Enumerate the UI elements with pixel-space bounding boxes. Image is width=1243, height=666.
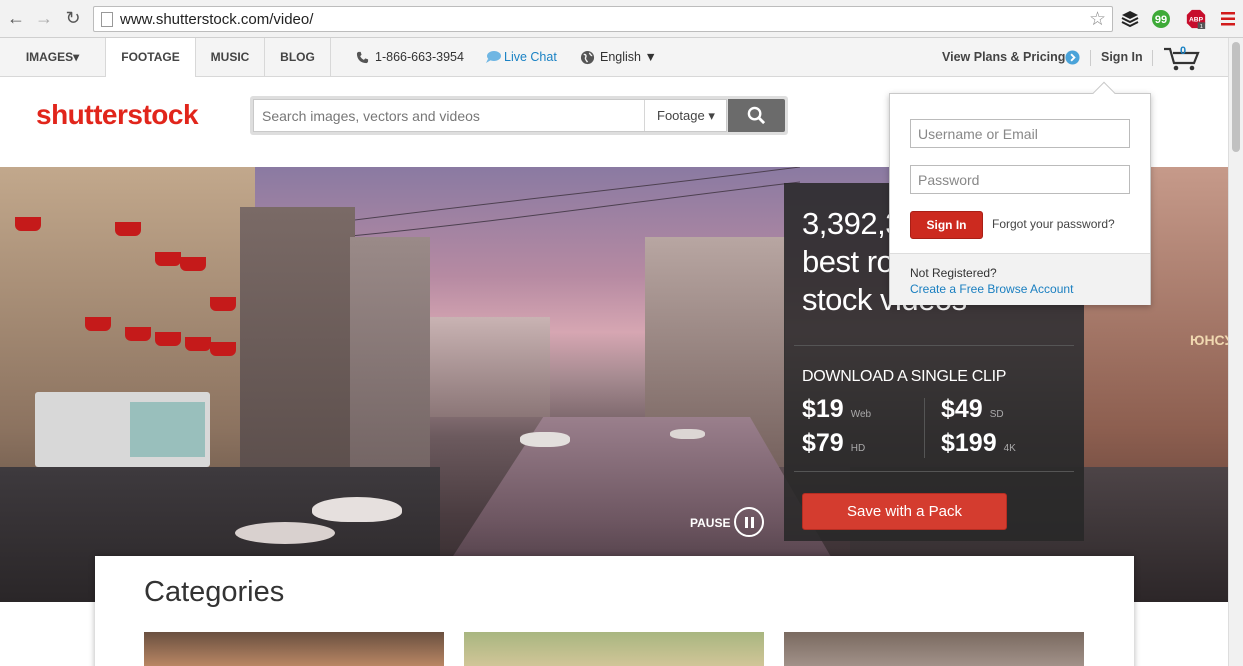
- search-input[interactable]: [254, 100, 644, 131]
- search-bar: Footage ▾: [250, 96, 788, 135]
- register-footer: Not Registered? Create a Free Browse Acc…: [890, 253, 1150, 305]
- save-with-pack-button[interactable]: Save with a Pack: [802, 493, 1007, 530]
- search-button[interactable]: [728, 99, 785, 132]
- back-icon[interactable]: ←: [6, 8, 26, 28]
- chevron-right-circle-icon[interactable]: [1065, 50, 1080, 65]
- price-sd: $49 SD: [941, 395, 1004, 423]
- globe-icon: [580, 50, 595, 65]
- page-icon: [101, 12, 113, 27]
- password-field[interactable]: [910, 165, 1130, 194]
- url-text[interactable]: www.shutterstock.com/video/: [120, 11, 313, 28]
- forward-icon[interactable]: →: [34, 8, 54, 28]
- pause-icon[interactable]: [734, 507, 764, 537]
- shutterstock-logo[interactable]: shutterstock: [36, 99, 199, 131]
- reload-icon[interactable]: ↻: [63, 8, 83, 28]
- tab-images[interactable]: IMAGES▾: [0, 38, 106, 77]
- scrollbar-thumb[interactable]: [1232, 42, 1240, 152]
- divider: [924, 398, 925, 458]
- boat: [520, 432, 570, 447]
- categories-title: Categories: [144, 576, 285, 608]
- sign-in-link[interactable]: Sign In: [1101, 38, 1143, 77]
- address-bar[interactable]: www.shutterstock.com/video/ ☆: [93, 6, 1113, 32]
- download-clip-title: DOWNLOAD A SINGLE CLIP: [802, 368, 1007, 385]
- category-thumbnail[interactable]: [784, 632, 1084, 666]
- cart-count: 0: [1180, 45, 1187, 57]
- boat: [312, 497, 402, 522]
- far-buildings: [430, 317, 550, 417]
- adblock-plus-icon[interactable]: ABP 1: [1184, 9, 1208, 29]
- language-selector[interactable]: English ▼: [600, 38, 657, 77]
- phone-icon: [356, 51, 369, 64]
- page-scrollbar[interactable]: [1228, 38, 1243, 666]
- divider: [1152, 50, 1153, 66]
- boat: [670, 429, 705, 439]
- price-web: $19 Web: [802, 395, 872, 423]
- browser-toolbar: ← → ↻ www.shutterstock.com/video/ ☆ 99 A…: [0, 0, 1243, 38]
- forgot-password-link[interactable]: Forgot your password?: [992, 217, 1115, 231]
- divider: [794, 471, 1074, 472]
- create-account-link[interactable]: Create a Free Browse Account: [910, 282, 1073, 296]
- category-thumbnail[interactable]: [464, 632, 764, 666]
- menu-icon[interactable]: [1218, 9, 1238, 29]
- not-registered-text: Not Registered?: [910, 266, 997, 280]
- truck-panel: [130, 402, 205, 457]
- category-thumbnail[interactable]: [144, 632, 444, 666]
- buffer-icon[interactable]: [1120, 9, 1140, 29]
- pause-label[interactable]: PAUSE: [690, 516, 730, 530]
- tab-footage[interactable]: FOOTAGE: [106, 38, 196, 78]
- svg-text:99: 99: [1155, 14, 1167, 26]
- price-4k: $199 4K: [941, 429, 1016, 457]
- shop-sign: ЮНСУ: [1190, 332, 1228, 348]
- search-type-dropdown[interactable]: Footage ▾: [644, 100, 727, 131]
- divider: [1090, 50, 1091, 66]
- phone-number[interactable]: 1-866-663-3954: [375, 38, 464, 77]
- svg-text:1: 1: [1200, 24, 1203, 29]
- live-chat-link[interactable]: Live Chat: [504, 38, 557, 77]
- site-top-nav: IMAGES▾ FOOTAGE MUSIC BLOG 1-866-663-395…: [0, 38, 1228, 78]
- search-field-wrapper: Footage ▾: [253, 99, 727, 132]
- tab-music[interactable]: MUSIC: [196, 38, 265, 77]
- evernote-icon[interactable]: 99: [1151, 9, 1171, 29]
- view-plans-link[interactable]: View Plans & Pricing: [942, 38, 1065, 77]
- categories-section: Categories: [95, 556, 1134, 666]
- username-field[interactable]: [910, 119, 1130, 148]
- chat-bubble-icon: [486, 51, 501, 63]
- sign-in-popover: Sign In Forgot your password? Not Regist…: [889, 81, 1151, 305]
- price-hd: $79 HD: [802, 429, 866, 457]
- divider: [794, 345, 1074, 346]
- boat: [235, 522, 335, 544]
- bookmark-star-icon[interactable]: ☆: [1089, 8, 1106, 31]
- sign-in-button[interactable]: Sign In: [910, 211, 983, 239]
- search-icon: [747, 106, 766, 125]
- tab-blog[interactable]: BLOG: [265, 38, 331, 77]
